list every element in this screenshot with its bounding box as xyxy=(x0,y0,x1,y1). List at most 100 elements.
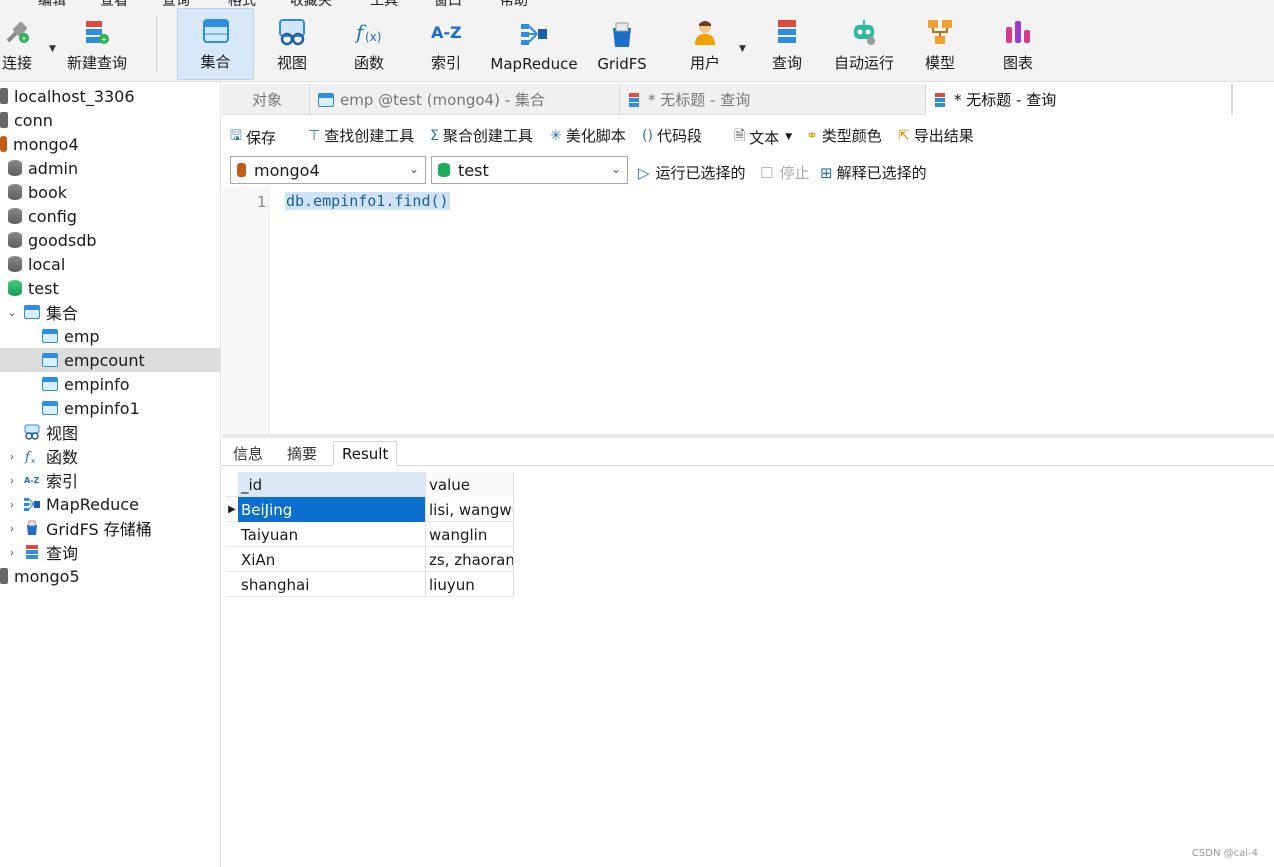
cell-id[interactable]: Taiyuan xyxy=(238,522,426,547)
chevron-down-icon: ▼ xyxy=(785,132,793,142)
database-value: test xyxy=(458,160,489,180)
snippet-button[interactable]: () 代码段 xyxy=(642,125,702,146)
table-row[interactable]: ▶ BeiJing lisi, wangwu xyxy=(226,497,514,522)
chevron-down-icon[interactable]: ⌄ xyxy=(6,306,18,319)
tab-untitled-query-1[interactable]: * 无标题 - 查询 xyxy=(620,84,926,115)
mapreduce-button[interactable]: MapReduce xyxy=(489,8,579,80)
column-header-id[interactable]: _id xyxy=(238,472,426,497)
tree-folder-views[interactable]: 视图 xyxy=(0,420,221,444)
database-select[interactable]: test ⌄ xyxy=(431,156,628,184)
cell-value[interactable]: liuyun xyxy=(426,572,514,597)
tab-label: * 无标题 - 查询 xyxy=(648,91,751,109)
text-format-dropdown[interactable]: 🗎 文本 ▼ xyxy=(734,125,792,149)
database-icon xyxy=(8,280,22,296)
run-selected-button[interactable]: ▷ 运行已选择的 xyxy=(638,162,746,183)
tab-overflow-area xyxy=(1232,84,1274,115)
collection-icon xyxy=(42,377,58,391)
connection-select[interactable]: mongo4 ⌄ xyxy=(230,156,426,184)
table-row[interactable]: shanghai liuyun xyxy=(226,572,514,597)
tree-folder-functions[interactable]: › fx 函数 xyxy=(0,444,221,468)
chevron-right-icon[interactable]: › xyxy=(6,546,18,559)
table-row[interactable]: Taiyuan wanglin xyxy=(226,522,514,547)
beautify-button[interactable]: ✳ 美化脚本 xyxy=(550,125,626,146)
user-button[interactable]: 用户 xyxy=(682,8,728,80)
tab-untitled-query-2[interactable]: * 无标题 - 查询 xyxy=(926,84,1232,115)
tree-collection-empinfo[interactable]: empinfo xyxy=(0,372,221,396)
tree-collection-empcount[interactable]: empcount xyxy=(0,348,221,372)
tree-folder-gridfs[interactable]: › GridFS 存储桶 xyxy=(0,516,221,540)
tree-folder-indexes[interactable]: › A-Z 索引 xyxy=(0,468,221,492)
chevron-right-icon[interactable]: › xyxy=(6,474,18,487)
tab-info[interactable]: 信息 xyxy=(225,441,271,466)
connect-button[interactable]: + 连接 xyxy=(0,8,34,80)
connect-caret-icon[interactable]: ▼ xyxy=(49,44,56,54)
svg-text:A-Z: A-Z xyxy=(431,23,461,42)
function-button[interactable]: f (x) 函数 xyxy=(339,8,399,80)
type-color-button[interactable]: ⚭ 类型颜色 xyxy=(806,125,882,146)
floppy-disk-icon: 🖫 xyxy=(230,128,242,144)
view-icon xyxy=(277,17,307,47)
tree-db-test[interactable]: test xyxy=(0,276,221,300)
stop-button[interactable]: ☐ 停止 xyxy=(760,162,809,183)
save-button[interactable]: 🖫 保存 xyxy=(230,125,276,149)
tree-db-config[interactable]: config xyxy=(0,204,221,228)
line-number-gutter: 1 xyxy=(222,187,269,434)
cell-id[interactable]: XiAn xyxy=(238,547,426,572)
aggregate-builder-button[interactable]: Σ 聚合创建工具 xyxy=(430,125,533,146)
view-button[interactable]: 视图 xyxy=(262,8,322,80)
tree-db-book[interactable]: book xyxy=(0,180,221,204)
cell-value[interactable]: zs, zhaoran xyxy=(426,547,514,572)
chevron-right-icon[interactable]: › xyxy=(6,522,18,535)
menu-bar: 编辑 查看 查询 格式 收藏夹 工具 窗口 帮助 xyxy=(0,0,1274,9)
gridfs-icon xyxy=(607,20,637,50)
new-query-label: 新建查询 xyxy=(66,54,127,72)
tree-db-local[interactable]: local xyxy=(0,252,221,276)
tab-result[interactable]: Result xyxy=(333,441,398,466)
cell-id[interactable]: BeiJing xyxy=(238,497,426,522)
column-header-value[interactable]: value xyxy=(426,472,514,497)
query-action-bar: 🖫 保存 ⊤ 查找创建工具 Σ 聚合创建工具 ✳ 美化脚本 () 代码段 🗎 文… xyxy=(222,118,1274,152)
query-button[interactable]: 查询 xyxy=(764,8,810,80)
query-editor[interactable]: 1 db.empinfo1.find() xyxy=(222,187,1274,434)
cell-value[interactable]: lisi, wangwu xyxy=(426,497,514,522)
tree-collection-emp[interactable]: emp xyxy=(0,324,221,348)
gridfs-button[interactable]: GridFS xyxy=(594,8,650,80)
tree-folder-collections[interactable]: ⌄ 集合 xyxy=(0,300,221,324)
tree-connection-conn[interactable]: conn xyxy=(0,108,221,132)
tree-connection-mongo5[interactable]: mongo5 xyxy=(0,564,221,588)
tree-label: MapReduce xyxy=(46,494,139,514)
collection-icon xyxy=(42,353,58,367)
export-result-button[interactable]: ⇱ 导出结果 xyxy=(898,125,974,146)
tab-collection-emp[interactable]: emp @test (mongo4) - 集合 xyxy=(310,84,620,115)
tree-collection-empinfo1[interactable]: empinfo1 xyxy=(0,396,221,420)
stop-label: 停止 xyxy=(779,164,810,182)
cell-id[interactable]: shanghai xyxy=(238,572,426,597)
tab-objects[interactable]: 对象 xyxy=(222,84,310,115)
cell-value[interactable]: wanglin xyxy=(426,522,514,547)
database-icon xyxy=(438,163,450,177)
table-row[interactable]: XiAn zs, zhaoran xyxy=(226,547,514,572)
navigation-tree: localhost_3306 conn mongo4 admin book co… xyxy=(0,82,221,867)
find-builder-label: 查找创建工具 xyxy=(324,127,415,145)
save-label: 保存 xyxy=(245,128,276,147)
chart-button[interactable]: 图表 xyxy=(995,8,1041,80)
tree-connection-localhost[interactable]: localhost_3306 xyxy=(0,84,221,108)
tree-connection-mongo4[interactable]: mongo4 xyxy=(0,132,221,156)
tree-folder-mapreduce[interactable]: › MapReduce xyxy=(0,492,221,516)
explain-selected-button[interactable]: ⊞ 解释已选择的 xyxy=(820,162,927,183)
query-code[interactable]: db.empinfo1.find() xyxy=(285,192,450,210)
chevron-right-icon[interactable]: › xyxy=(6,450,18,463)
tree-db-goodsdb[interactable]: goodsdb xyxy=(0,228,221,252)
row-marker xyxy=(226,472,238,496)
tab-summary[interactable]: 摘要 xyxy=(279,441,325,466)
tree-db-admin[interactable]: admin xyxy=(0,156,221,180)
index-button[interactable]: A-Z 索引 xyxy=(416,8,476,80)
tree-folder-queries[interactable]: › 查询 xyxy=(0,540,221,564)
collection-button[interactable]: 集合 xyxy=(177,8,254,80)
model-button[interactable]: 模型 xyxy=(917,8,963,80)
user-caret-icon[interactable]: ▼ xyxy=(739,44,746,54)
find-builder-button[interactable]: ⊤ 查找创建工具 xyxy=(308,125,414,146)
chevron-right-icon[interactable]: › xyxy=(6,498,18,511)
automation-button[interactable]: 自动运行 xyxy=(832,8,896,80)
new-query-button[interactable]: + 新建查询 xyxy=(62,8,132,80)
